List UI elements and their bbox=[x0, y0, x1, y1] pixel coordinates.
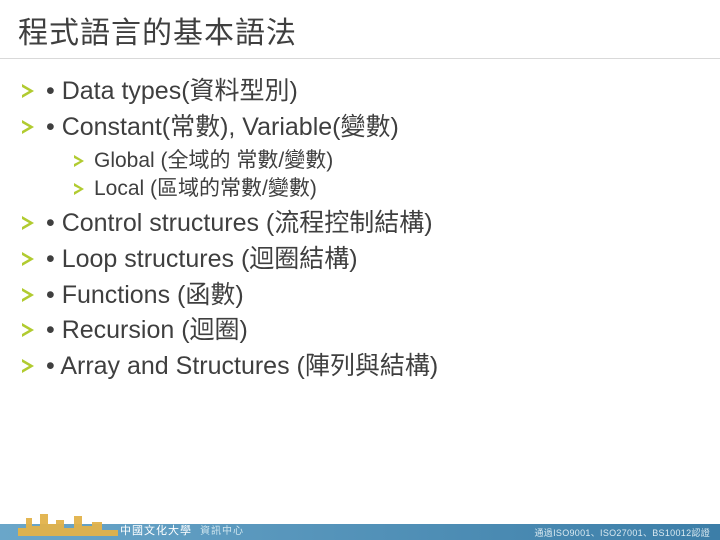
list-item-text: • Data types(資料型別) bbox=[46, 77, 298, 105]
list-item-text: • Control structures (流程控制結構) bbox=[46, 209, 433, 237]
slide: 程式語言的基本語法 • Data types(資料型別) • Constant(… bbox=[0, 0, 720, 540]
bullet-sublist: Global (全域的 常數/變數) Local (區域的常數/變數) bbox=[46, 147, 696, 204]
list-item: • Functions (函數) bbox=[22, 279, 696, 313]
slide-title: 程式語言的基本語法 bbox=[18, 8, 720, 52]
bullet-arrow-icon bbox=[74, 155, 84, 167]
bullet-arrow-icon bbox=[22, 216, 34, 230]
list-item-text: • Array and Structures (陣列與結構) bbox=[46, 352, 438, 380]
bullet-arrow-icon bbox=[22, 323, 34, 337]
list-subitem: Local (區域的常數/變數) bbox=[74, 175, 696, 203]
footer: 中國文化大學 資訊中心 通過ISO9001、ISO27001、BS10012認證 bbox=[0, 512, 720, 540]
list-item: • Control structures (流程控制結構) bbox=[22, 207, 696, 241]
bullet-arrow-icon bbox=[22, 84, 34, 98]
title-area: 程式語言的基本語法 bbox=[0, 0, 720, 59]
bullet-arrow-icon bbox=[74, 183, 84, 195]
list-item-text: • Functions (函數) bbox=[46, 281, 244, 309]
brand-sub: 資訊中心 bbox=[200, 526, 244, 537]
cert-text: 通過ISO9001、ISO27001、BS10012認證 bbox=[535, 526, 711, 539]
list-item-text: • Constant(常數), Variable(變數) bbox=[46, 113, 399, 141]
brand-main: 中國文化大學 bbox=[120, 525, 192, 537]
list-item-text: • Recursion (迴圈) bbox=[46, 316, 248, 344]
list-item: • Loop structures (迴圈結構) bbox=[22, 243, 696, 277]
bullet-arrow-icon bbox=[22, 359, 34, 373]
list-subitem: Global (全域的 常數/變數) bbox=[74, 147, 696, 175]
list-item: • Data types(資料型別) bbox=[22, 75, 696, 109]
bullet-arrow-icon bbox=[22, 120, 34, 134]
brand-text: 中國文化大學 資訊中心 bbox=[120, 522, 244, 538]
list-item: • Constant(常數), Variable(變數) Global (全域的… bbox=[22, 111, 696, 203]
list-item-text: • Loop structures (迴圈結構) bbox=[46, 245, 358, 273]
bullet-arrow-icon bbox=[22, 288, 34, 302]
bullet-arrow-icon bbox=[22, 252, 34, 266]
bullet-list: • Data types(資料型別) • Constant(常數), Varia… bbox=[22, 75, 696, 384]
list-item: • Array and Structures (陣列與結構) bbox=[22, 350, 696, 384]
list-subitem-text: Global (全域的 常數/變數) bbox=[94, 149, 333, 172]
list-item: • Recursion (迴圈) bbox=[22, 314, 696, 348]
list-subitem-text: Local (區域的常數/變數) bbox=[94, 177, 317, 200]
content-area: • Data types(資料型別) • Constant(常數), Varia… bbox=[0, 59, 720, 384]
